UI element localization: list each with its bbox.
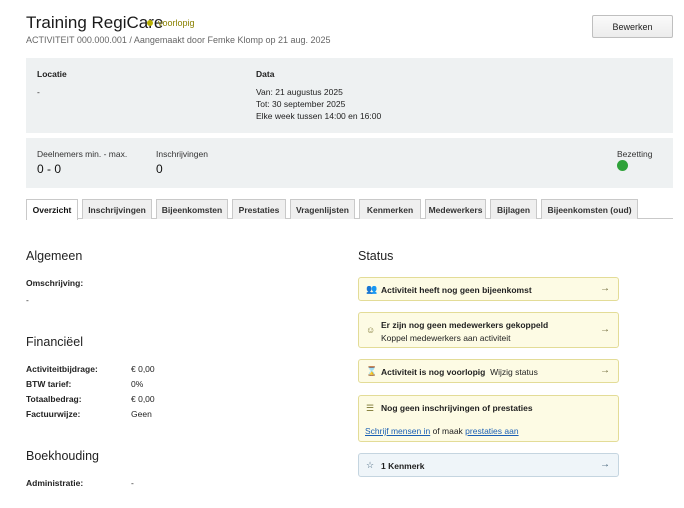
status-badge: voorlopig xyxy=(147,18,195,28)
tab-bijlagen[interactable]: Bijlagen xyxy=(490,199,537,219)
status-card-voorlopig[interactable]: ⌛ Activiteit is nog voorlopig Wijzig sta… xyxy=(358,359,619,383)
tab-vragenlijsten[interactable]: Vragenlijsten xyxy=(290,199,355,219)
deelnemers-label: Deelnemers min. - max. xyxy=(37,149,128,159)
user-icon: ☺ xyxy=(366,325,376,335)
activiteitbijdrage-value: € 0,00 xyxy=(131,364,155,374)
tab-prestaties[interactable]: Prestaties xyxy=(232,199,286,219)
data-tot: Tot: 30 september 2025 xyxy=(256,99,346,109)
tab-bijeenkomsten-oud[interactable]: Bijeenkomsten (oud) xyxy=(541,199,638,219)
link-separator-text: of maak xyxy=(430,426,466,436)
inschrijvingen-label: Inschrijvingen xyxy=(156,149,208,159)
status-card-title: Activiteit is nog voorlopig xyxy=(381,367,486,377)
algemeen-heading: Algemeen xyxy=(26,249,83,263)
arrow-right-icon: → xyxy=(600,324,610,335)
tab-bijeenkomsten[interactable]: Bijeenkomsten xyxy=(156,199,228,219)
financieel-heading: Financiëel xyxy=(26,335,83,349)
tab-overzicht[interactable]: Overzicht xyxy=(26,199,78,220)
data-label: Data xyxy=(256,69,275,79)
status-card-title: 1 Kenmerk xyxy=(381,461,425,471)
schrijf-mensen-in-link[interactable]: Schrijf mensen in xyxy=(365,426,430,436)
tab-kenmerken[interactable]: Kenmerken xyxy=(359,199,421,219)
status-heading: Status xyxy=(358,249,394,263)
activiteitbijdrage-label: Activiteitbijdrage: xyxy=(26,364,98,374)
tab-inschrijvingen[interactable]: Inschrijvingen xyxy=(82,199,152,219)
status-dot-icon xyxy=(147,20,153,26)
administratie-label: Administratie: xyxy=(26,478,84,488)
omschrijving-value: - xyxy=(26,295,29,305)
page-subtitle: ACTIVITEIT 000.000.001 / Aangemaakt door… xyxy=(26,35,331,45)
administratie-value: - xyxy=(131,478,134,488)
list-icon: ☰ xyxy=(366,403,375,413)
status-card-title: Activiteit heeft nog geen bijeenkomst xyxy=(381,285,532,295)
hourglass-icon: ⌛ xyxy=(366,366,378,376)
prestaties-aan-link[interactable]: prestaties aan xyxy=(465,426,518,436)
locatie-label: Locatie xyxy=(37,69,67,79)
btw-tarief-label: BTW tarief: xyxy=(26,379,72,389)
inschrijvingen-value: 0 xyxy=(156,162,163,176)
wijzig-status-text: Wijzig status xyxy=(490,367,538,377)
status-card-bijeenkomst[interactable]: 👥 Activiteit heeft nog geen bijeenkomst … xyxy=(358,277,619,301)
totaalbedrag-value: € 0,00 xyxy=(131,394,155,404)
users-icon: 👥 xyxy=(366,284,378,294)
arrow-right-icon: → xyxy=(600,365,610,376)
tag-icon: ☆ xyxy=(366,460,375,470)
info-panel: Locatie - Data Van: 21 augustus 2025 Tot… xyxy=(26,58,673,133)
status-card-subtitle: Koppel medewerkers aan activiteit xyxy=(381,333,511,343)
status-card-medewerkers[interactable]: ☺ Er zijn nog geen medewerkers gekoppeld… xyxy=(358,312,619,348)
locatie-value: - xyxy=(37,87,40,97)
btw-tarief-value: 0% xyxy=(131,379,144,389)
bezetting-label: Bezetting xyxy=(617,149,653,159)
omschrijving-label: Omschrijving: xyxy=(26,278,84,288)
stats-panel: Deelnemers min. - max. 0 - 0 Inschrijvin… xyxy=(26,138,673,188)
bezetting-indicator-icon xyxy=(617,160,628,171)
arrow-right-icon: → xyxy=(600,459,610,470)
edit-button[interactable]: Bewerken xyxy=(592,15,673,38)
status-card-title: Nog geen inschrijvingen of prestaties xyxy=(381,403,533,413)
totaalbedrag-label: Totaalbedrag: xyxy=(26,394,82,404)
data-week: Elke week tussen 14:00 en 16:00 xyxy=(256,111,382,121)
deelnemers-value: 0 - 0 xyxy=(37,162,62,176)
factuurwijze-label: Factuurwijze: xyxy=(26,409,81,419)
status-badge-label: voorlopig xyxy=(158,18,195,28)
page-title: Training RegiCare xyxy=(26,13,164,32)
boekhouding-heading: Boekhouding xyxy=(26,449,99,463)
data-van: Van: 21 augustus 2025 xyxy=(256,87,343,97)
status-card-kenmerk[interactable]: ☆ 1 Kenmerk → xyxy=(358,453,619,477)
status-card-title: Er zijn nog geen medewerkers gekoppeld xyxy=(381,320,549,330)
arrow-right-icon: → xyxy=(600,283,610,294)
factuurwijze-value: Geen xyxy=(131,409,152,419)
tab-medewerkers[interactable]: Medewerkers xyxy=(425,199,486,219)
status-card-inschrijvingen: ☰ Nog geen inschrijvingen of prestaties … xyxy=(358,395,619,442)
tab-bar: Overzicht Inschrijvingen Bijeenkomsten P… xyxy=(26,199,673,220)
